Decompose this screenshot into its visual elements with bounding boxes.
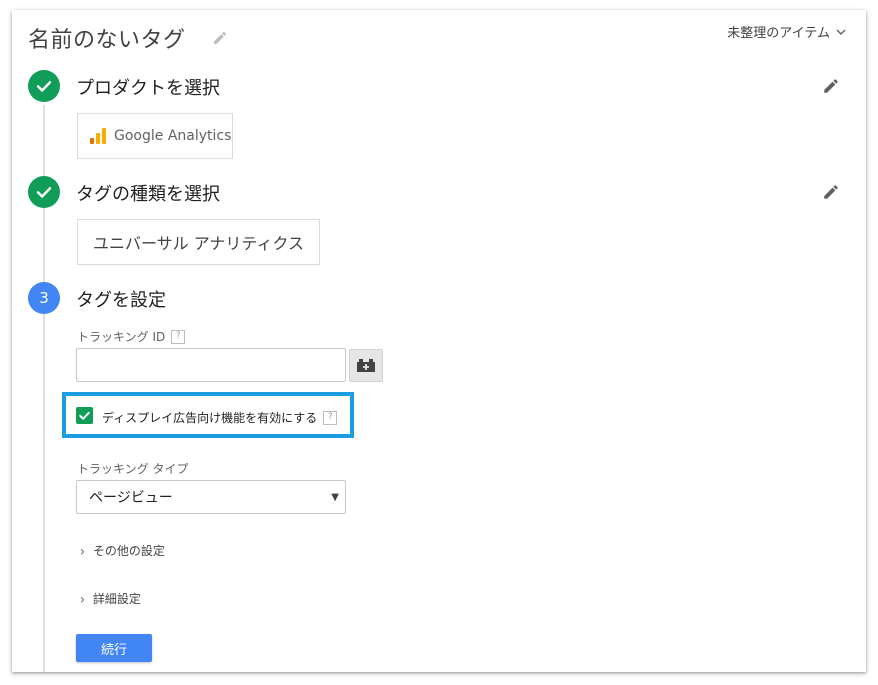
tracking-type-label-group: トラッキング タイプ: [77, 460, 188, 477]
display-features-label-group: ディスプレイ広告向け機能を有効にする ?: [102, 409, 338, 426]
tracking-id-input[interactable]: [76, 348, 346, 382]
insert-variable-button[interactable]: [349, 349, 383, 382]
product-tile-google-analytics[interactable]: Google Analytics: [77, 113, 233, 159]
dropdown-arrow-icon: ▼: [331, 492, 339, 503]
variable-brick-icon: [357, 358, 375, 372]
pencil-icon[interactable]: [212, 30, 228, 46]
tag-editor-card: 名前のないタグ 未整理のアイテム プロダクトを選択 Google Analyti…: [12, 10, 866, 672]
advanced-settings-label: 詳細設定: [92, 592, 141, 606]
display-features-label[interactable]: ディスプレイ広告向け機能を有効にする: [102, 409, 317, 426]
advanced-settings-expander[interactable]: › 詳細設定: [80, 590, 141, 607]
help-icon[interactable]: ?: [171, 329, 186, 344]
tracking-type-value: ページビュー: [89, 490, 173, 506]
google-analytics-logo-icon: [90, 128, 106, 144]
chevron-right-icon: ›: [80, 590, 85, 607]
tracking-id-label-group: トラッキング ID ?: [77, 328, 186, 345]
pencil-icon[interactable]: [822, 183, 840, 201]
tag-name-title[interactable]: 名前のないタグ: [28, 22, 186, 54]
check-icon: [36, 81, 52, 92]
step-1-title: プロダクトを選択: [76, 78, 220, 99]
folder-label: 未整理のアイテム: [727, 26, 830, 41]
display-features-checkbox[interactable]: [76, 407, 93, 424]
help-icon[interactable]: ?: [323, 410, 338, 425]
step-3-title: タグを設定: [76, 290, 166, 311]
check-icon: [36, 187, 52, 198]
chevron-right-icon: ›: [80, 542, 85, 559]
step-2-title: タグの種類を選択: [76, 184, 220, 205]
check-icon: [79, 411, 90, 420]
more-settings-expander[interactable]: › その他の設定: [80, 542, 165, 559]
tracking-id-label: トラッキング ID: [77, 330, 166, 344]
product-name: Google Analytics: [114, 128, 232, 144]
tracking-type-label: トラッキング タイプ: [77, 462, 189, 476]
more-settings-label: その他の設定: [92, 544, 165, 558]
step-3-number-badge: 3: [28, 282, 60, 314]
pencil-icon[interactable]: [822, 77, 840, 95]
tag-type-tile-universal-analytics[interactable]: ユニバーサル アナリティクス: [77, 219, 320, 265]
chevron-down-icon: [836, 29, 846, 35]
tracking-type-select[interactable]: ページビュー ▼: [76, 480, 346, 514]
tag-type-name: ユニバーサル アナリティクス: [92, 234, 304, 253]
step-2-complete-icon: [28, 176, 60, 208]
folder-selector[interactable]: 未整理のアイテム: [727, 22, 846, 41]
step-1-complete-icon: [28, 70, 60, 102]
continue-button[interactable]: 続行: [76, 634, 152, 662]
